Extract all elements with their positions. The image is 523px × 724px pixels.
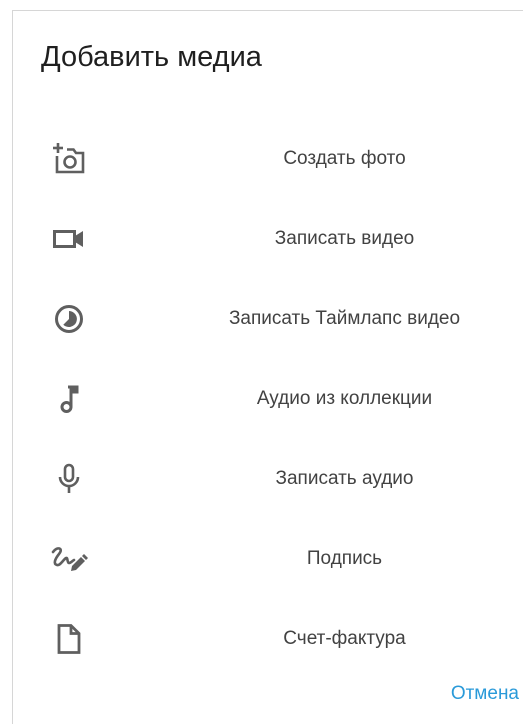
- menu-item-record-audio[interactable]: Записать аудио: [13, 449, 523, 509]
- cancel-button[interactable]: Отмена: [451, 683, 519, 705]
- menu-item-label: Записать аудио: [275, 468, 414, 489]
- microphone-icon: [49, 459, 89, 499]
- menu-item-label: Счет-фактура: [283, 628, 406, 649]
- menu-item-create-photo[interactable]: Создать фото: [13, 129, 523, 189]
- dialog-title: Добавить медиа: [41, 41, 262, 73]
- menu-item-invoice[interactable]: Счет-фактура: [13, 609, 523, 669]
- timelapse-icon: [49, 299, 89, 339]
- menu-item-label: Подпись: [306, 548, 383, 569]
- menu-item-label: Создать фото: [283, 148, 406, 169]
- add-media-dialog: Добавить медиа Создать фото Записать вид…: [12, 10, 523, 724]
- menu-item-record-video[interactable]: Записать видео: [13, 209, 523, 269]
- menu-item-label: Записать Таймлапс видео: [228, 308, 461, 329]
- menu-item-signature[interactable]: Подпись: [13, 529, 523, 589]
- signature-icon: [49, 539, 89, 579]
- menu-item-label: Аудио из коллекции: [256, 388, 433, 409]
- videocam-icon: [49, 219, 89, 259]
- music-note-icon: [49, 379, 89, 419]
- document-icon: [49, 619, 89, 659]
- add-photo-icon: [49, 139, 89, 179]
- menu-item-label: Записать видео: [274, 228, 415, 249]
- menu-item-audio-collection[interactable]: Аудио из коллекции: [13, 369, 523, 429]
- menu-item-record-timelapse[interactable]: Записать Таймлапс видео: [13, 289, 523, 349]
